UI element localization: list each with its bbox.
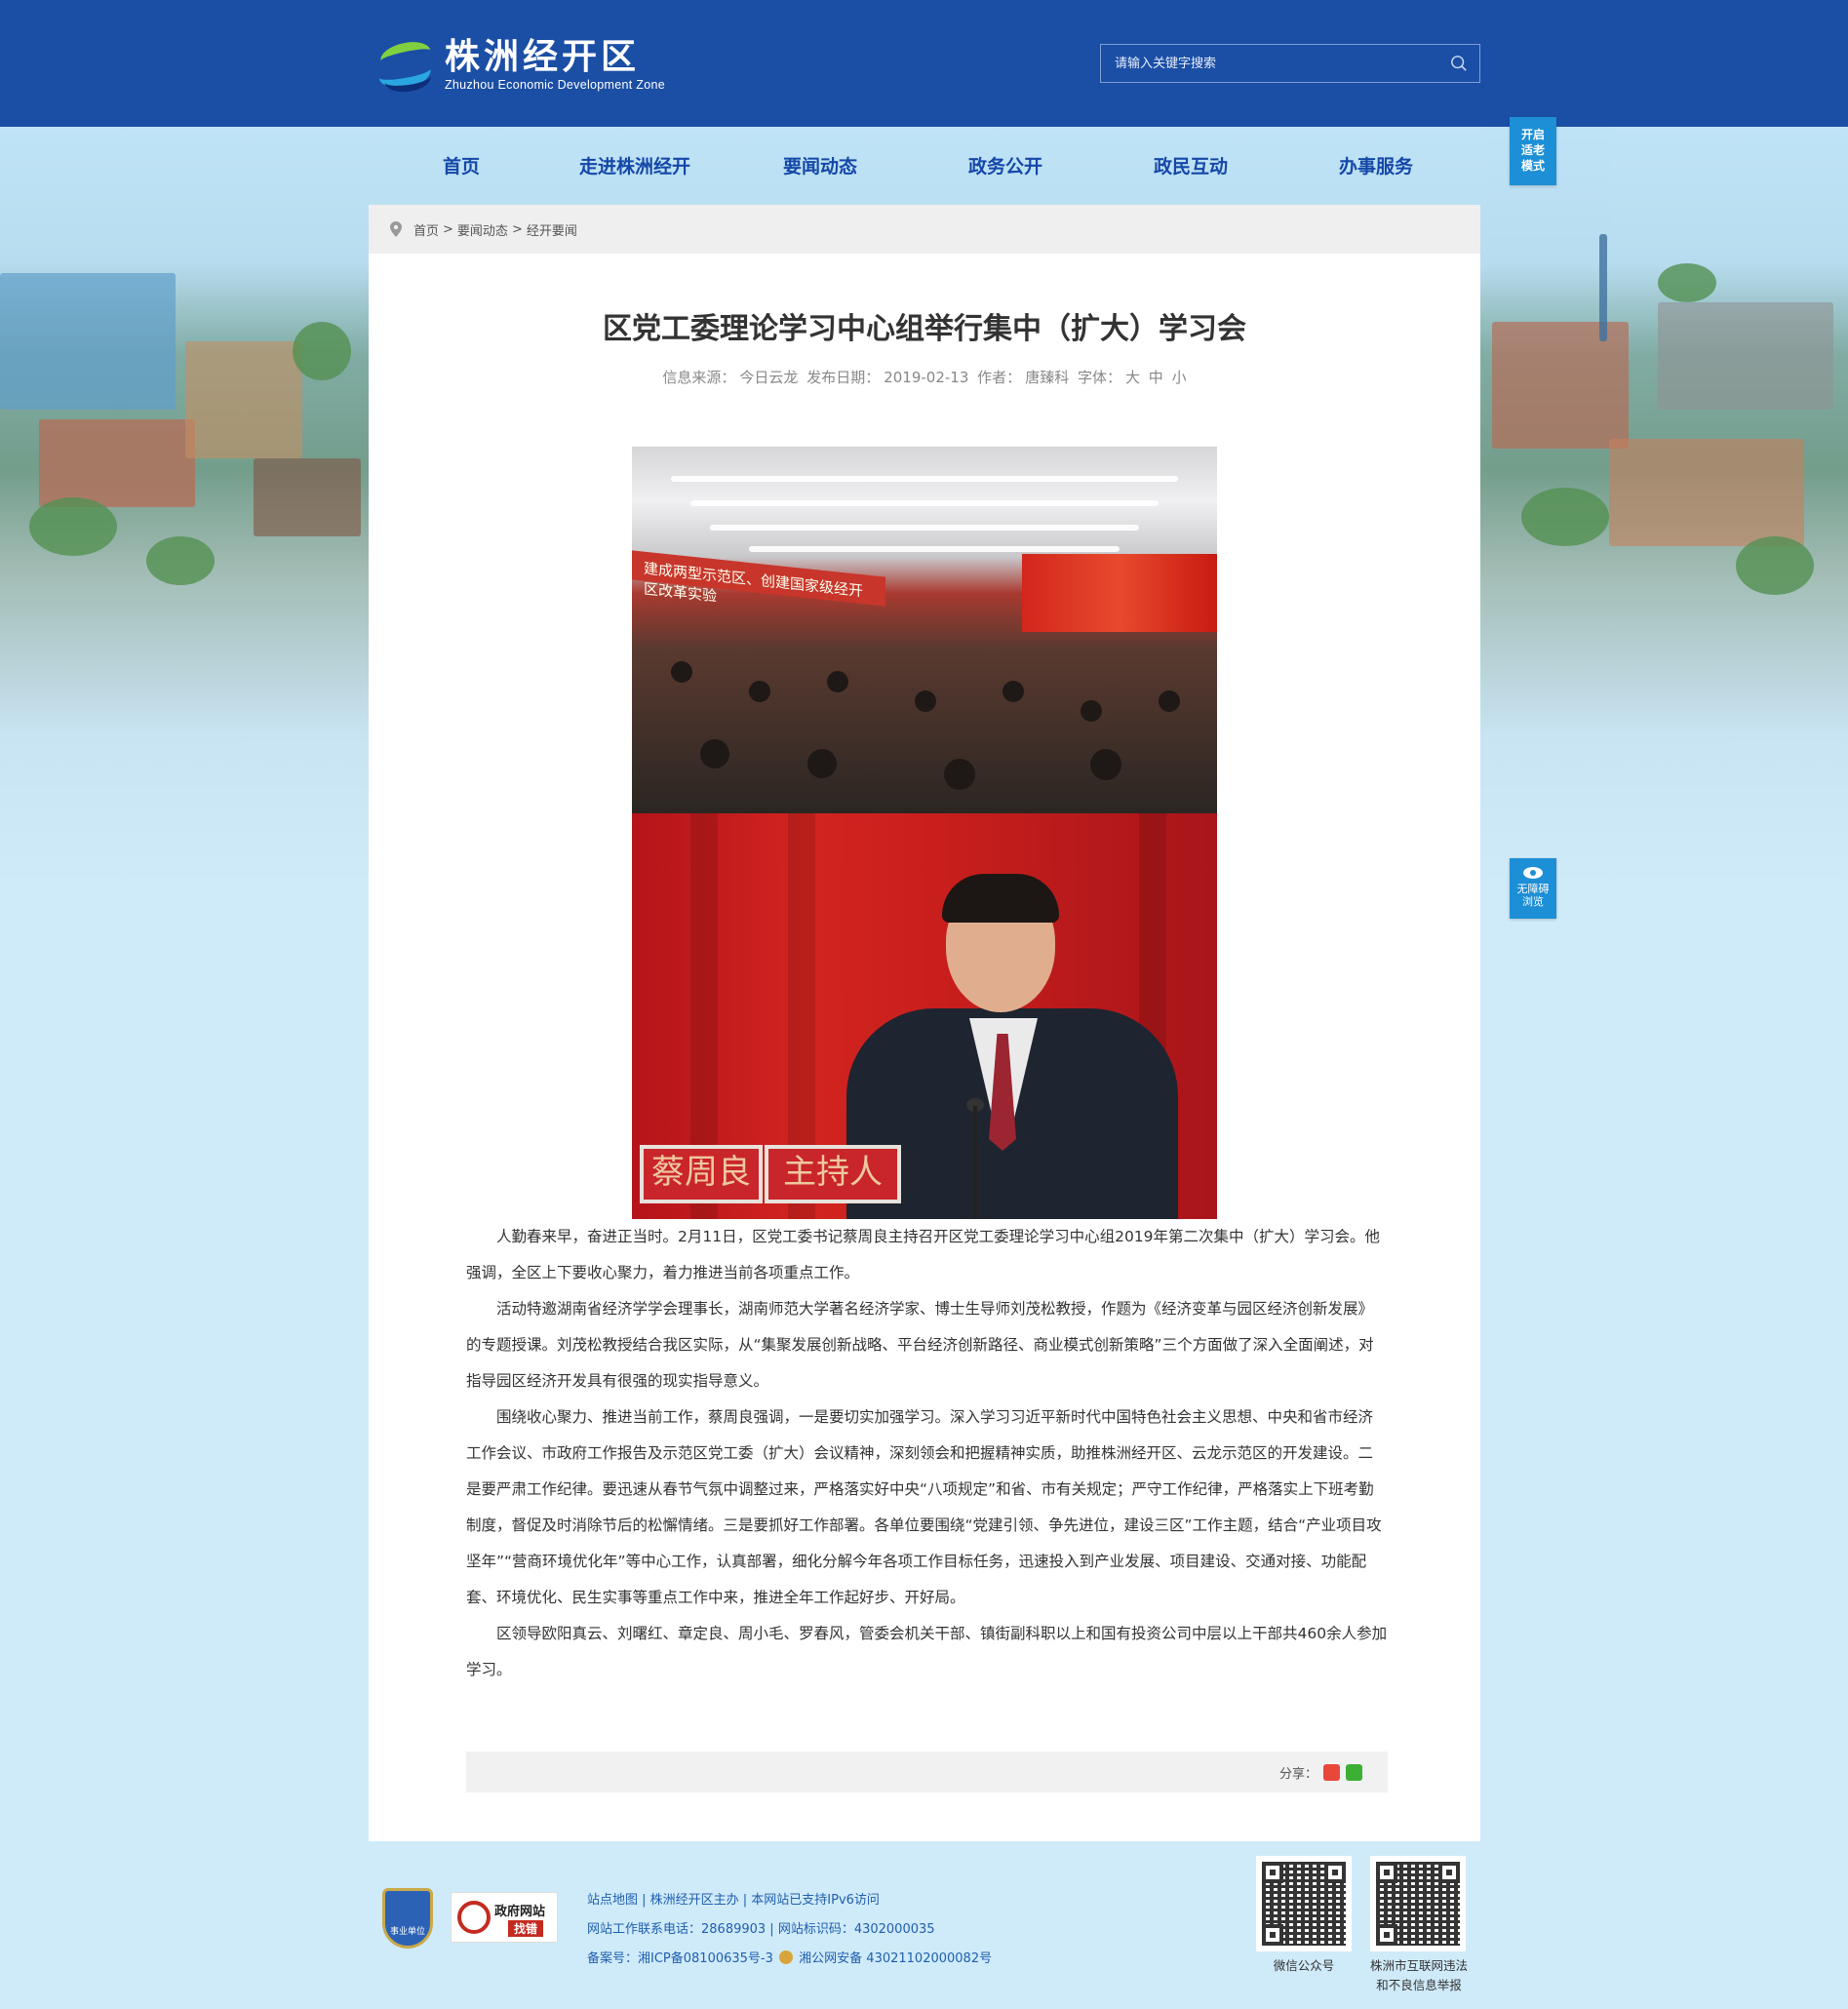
nav-about[interactable]: 走进株洲经开 bbox=[542, 141, 727, 192]
breadcrumb: 首页 > 要闻动态 > 经开要闻 bbox=[369, 205, 1480, 254]
font-size-medium[interactable]: 中 bbox=[1149, 369, 1163, 386]
share-label: 分享： bbox=[1278, 1766, 1317, 1782]
article-body: 人勤春来早，奋进正当时。2月11日，区党工委书记蔡周良主持召开区党工委理论学习中… bbox=[466, 1219, 1388, 1688]
logo-subtitle: Zhuzhou Economic Development Zone bbox=[445, 78, 665, 92]
nav-interaction[interactable]: 政民互动 bbox=[1098, 141, 1283, 192]
nav-gov-info[interactable]: 政务公开 bbox=[913, 141, 1098, 192]
meeting-banner: 建成两型示范区、创建国家级经开区改革实验 bbox=[632, 550, 885, 607]
footer-line-3: 备案号：湘ICP备08100635号-3 湘公网安备 4302110200008… bbox=[587, 1945, 992, 1974]
institution-badge-label: 事业单位 bbox=[389, 1927, 425, 1937]
site-footer: 事业单位 政府网站 找错 站点地图 | 株洲经开区主办 | 本网站已支持IPv6… bbox=[0, 1841, 1848, 2009]
content-panel: 首页 > 要闻动态 > 经开要闻 区党工委理论学习中心组举行集中（扩大）学习会 … bbox=[369, 205, 1480, 1841]
article-paragraph: 区领导欧阳真云、刘曙红、章定良、周小毛、罗春风，管委会机关干部、镇街副科职以上和… bbox=[466, 1625, 1388, 1678]
meta-source-label: 信息来源： bbox=[662, 369, 736, 386]
search-box bbox=[1100, 44, 1480, 83]
breadcrumb-current[interactable]: 经开要闻 bbox=[527, 220, 577, 239]
search-icon[interactable] bbox=[1450, 55, 1468, 72]
breadcrumb-separator: > bbox=[443, 221, 453, 237]
breadcrumb-news[interactable]: 要闻动态 bbox=[457, 220, 508, 239]
logo-mark-icon bbox=[375, 37, 434, 96]
meta-author: 唐臻科 bbox=[1025, 369, 1070, 386]
wechat-icon[interactable] bbox=[1346, 1763, 1362, 1781]
nav-home[interactable]: 首页 bbox=[378, 141, 542, 192]
speaker-photo: 蔡周良 主持人 bbox=[632, 813, 1217, 1219]
main-nav: 首页 走进株洲经开 要闻动态 政务公开 政民互动 办事服务 bbox=[378, 141, 1480, 192]
article-paragraph: 人勤春来早，奋进正当时。2月11日，区党工委书记蔡周良主持召开区党工委理论学习中… bbox=[466, 1228, 1381, 1281]
wechat-qr-caption: 微信公众号 bbox=[1273, 1958, 1335, 1973]
footer-line-1[interactable]: 站点地图 | 株洲经开区主办 | 本网站已支持IPv6访问 bbox=[587, 1886, 992, 1915]
police-record-number[interactable]: 湘公网安备 43021102000082号 bbox=[799, 1951, 992, 1966]
nameplate-role: 主持人 bbox=[765, 1145, 901, 1203]
share-bar: 分享： bbox=[466, 1752, 1388, 1792]
nav-news[interactable]: 要闻动态 bbox=[727, 141, 913, 192]
font-size-small[interactable]: 小 bbox=[1172, 369, 1187, 386]
breadcrumb-separator: > bbox=[511, 221, 523, 237]
institution-badge[interactable]: 事业单位 bbox=[382, 1888, 433, 1949]
meta-author-label: 作者： bbox=[977, 369, 1022, 386]
meta-source: 今日云龙 bbox=[739, 369, 799, 386]
footer-info: 站点地图 | 株洲经开区主办 | 本网站已支持IPv6访问 网站工作联系电话：2… bbox=[587, 1886, 992, 1974]
meta-font-label: 字体： bbox=[1077, 369, 1121, 386]
report-qr-code bbox=[1370, 1856, 1466, 1951]
eye-icon bbox=[1523, 867, 1543, 879]
meeting-hall-photo: 建成两型示范区、创建国家级经开区改革实验 bbox=[632, 447, 1217, 813]
weibo-icon[interactable] bbox=[1323, 1763, 1340, 1781]
article-title: 区党工委理论学习中心组举行集中（扩大）学习会 bbox=[603, 312, 1246, 346]
article-paragraph: 活动特邀湖南省经济学学会理事长，湖南师范大学著名经济学家、博士生导师刘茂松教授，… bbox=[466, 1300, 1374, 1390]
site-header: 株洲经开区 Zhuzhou Economic Development Zone bbox=[0, 0, 1848, 127]
elder-mode-button[interactable]: 开启 适老 模式 bbox=[1510, 117, 1556, 185]
nameplate-name: 蔡周良 bbox=[640, 1145, 763, 1203]
article-photo: 建成两型示范区、创建国家级经开区改革实验 蔡周良 主持人 bbox=[632, 447, 1217, 1219]
nav-services[interactable]: 办事服务 bbox=[1283, 141, 1469, 192]
logo-title: 株洲经开区 bbox=[445, 37, 641, 77]
magnifier-icon bbox=[457, 1901, 491, 1934]
footer-line-2: 网站工作联系电话：28689903 | 网站标识码：4302000035 bbox=[587, 1922, 935, 1937]
search-input[interactable] bbox=[1101, 45, 1433, 82]
font-size-large[interactable]: 大 bbox=[1125, 369, 1140, 386]
location-pin-icon bbox=[390, 221, 402, 237]
icp-number[interactable]: 备案号：湘ICP备08100635号-3 bbox=[587, 1951, 773, 1966]
article-meta: 信息来源： 今日云龙 发布日期： 2019-02-13 作者： 唐臻科 字体：大 中 … bbox=[369, 367, 1480, 387]
police-badge-icon bbox=[779, 1950, 794, 1964]
site-logo[interactable]: 株洲经开区 Zhuzhou Economic Development Zone bbox=[375, 37, 665, 96]
gov-error-report-badge[interactable]: 政府网站 找错 bbox=[451, 1892, 558, 1943]
accessibility-button[interactable]: 无障碍 浏览 bbox=[1510, 858, 1556, 919]
meta-date-label: 发布日期： bbox=[806, 369, 881, 386]
meta-date: 2019-02-13 bbox=[884, 369, 969, 386]
article-paragraph: 围绕收心聚力、推进当前工作，蔡周良强调，一是要切实加强学习。深入学习习近平新时代… bbox=[466, 1408, 1382, 1606]
report-qr-caption: 株洲市互联网违法 和不良信息举报 bbox=[1369, 1958, 1468, 1992]
breadcrumb-home[interactable]: 首页 bbox=[413, 220, 439, 239]
wechat-qr-code bbox=[1256, 1856, 1352, 1951]
